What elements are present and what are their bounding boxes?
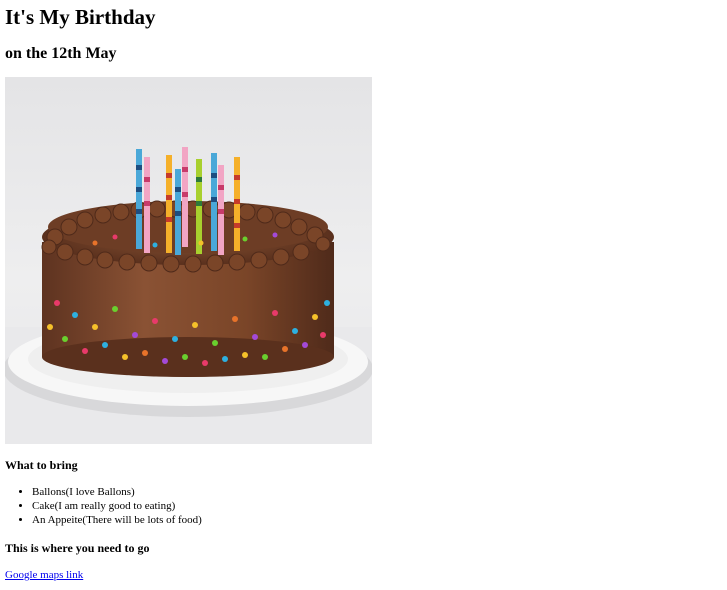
list-item: Ballons(I love Ballons)	[32, 485, 202, 499]
birthday-cake-image	[5, 77, 372, 444]
bring-list: Ballons(I love Ballons) Cake(I am really…	[5, 485, 202, 527]
google-maps-link[interactable]: Google maps link	[5, 568, 83, 582]
location-heading: This is where you need to go	[5, 541, 150, 555]
list-item: Cake(I am really good to eating)	[32, 499, 202, 513]
page-title: It's My Birthday	[5, 5, 156, 29]
list-item: An Appeite(There will be lots of food)	[32, 513, 202, 527]
cake-illustration	[5, 77, 372, 444]
what-to-bring-heading: What to bring	[5, 458, 78, 472]
event-date-subtitle: on the 12th May	[5, 45, 117, 62]
